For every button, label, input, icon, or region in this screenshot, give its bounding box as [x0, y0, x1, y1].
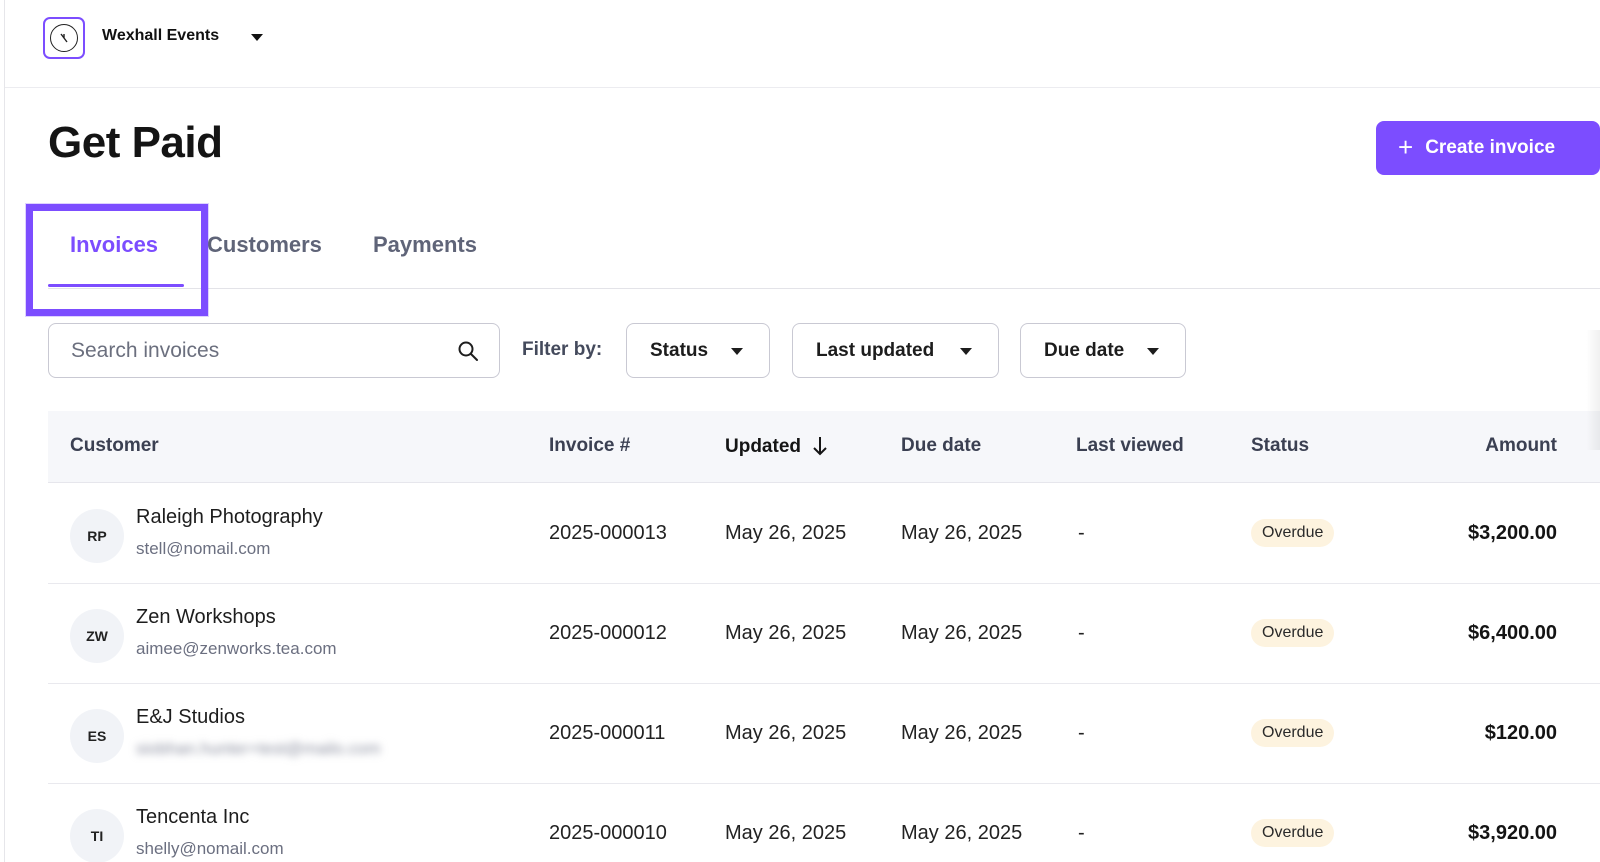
invoice-number: 2025-000010 — [549, 822, 667, 844]
top-bar: Wexhall Events — [5, 0, 1600, 88]
column-header-updated-label: Updated — [725, 436, 801, 457]
invoice-number: 2025-000012 — [549, 622, 667, 644]
amount: $3,200.00 — [1468, 522, 1557, 544]
updated-date: May 26, 2025 — [725, 622, 847, 644]
amount: $6,400.00 — [1468, 622, 1557, 644]
sort-descending-icon[interactable] — [811, 435, 829, 457]
invoice-number: 2025-000013 — [549, 522, 667, 544]
customer-email: stell@nomail.com — [136, 539, 271, 558]
customer-name: Zen Workshops — [136, 606, 276, 628]
customer-name: Tencenta Inc — [136, 806, 250, 828]
avatar: ZW — [70, 609, 124, 663]
last-viewed: - — [1078, 622, 1085, 644]
status-badge: Overdue — [1251, 619, 1335, 647]
due-date-filter-label: Due date — [1044, 339, 1125, 361]
last-viewed: - — [1078, 722, 1085, 744]
customer-name: Raleigh Photography — [136, 506, 323, 528]
chevron-down-icon — [960, 348, 972, 355]
create-invoice-button[interactable]: + Create invoice — [1376, 121, 1600, 175]
status-badge: Overdue — [1251, 519, 1335, 547]
search-icon[interactable] — [457, 340, 479, 362]
tab-customers[interactable]: Customers — [207, 232, 322, 258]
amount: $3,920.00 — [1468, 822, 1557, 844]
column-header-due-date[interactable]: Due date — [901, 435, 981, 457]
tabs-divider — [48, 288, 1600, 289]
last-updated-filter-dropdown[interactable]: Last updated — [792, 323, 999, 378]
column-header-amount[interactable]: Amount — [1485, 435, 1557, 457]
customer-name: E&J Studios — [136, 706, 245, 728]
avatar: TI — [70, 809, 124, 862]
chevron-down-icon — [1147, 348, 1159, 355]
amount: $120.00 — [1484, 722, 1557, 744]
status-badge: Overdue — [1251, 719, 1335, 747]
table-row[interactable]: ES E&J Studios siobhan.hunter+test@mailo… — [48, 684, 1600, 784]
search-box[interactable] — [48, 323, 500, 378]
table-row[interactable]: RP Raleigh Photography stell@nomail.com … — [48, 484, 1600, 584]
page-left-border — [4, 0, 5, 862]
due-date-filter-dropdown[interactable]: Due date — [1020, 323, 1186, 378]
brand-logo-icon[interactable] — [43, 17, 85, 59]
column-header-invoice[interactable]: Invoice # — [549, 435, 630, 457]
avatar: RP — [70, 509, 124, 563]
status-filter-dropdown[interactable]: Status — [626, 323, 770, 378]
last-viewed: - — [1078, 822, 1085, 844]
customer-email: aimee@zenworks.tea.com — [136, 639, 337, 658]
last-viewed: - — [1078, 522, 1085, 544]
tab-payments[interactable]: Payments — [373, 232, 477, 258]
column-header-status[interactable]: Status — [1251, 435, 1309, 457]
updated-date: May 26, 2025 — [725, 822, 847, 844]
avatar: ES — [70, 709, 124, 763]
updated-date: May 26, 2025 — [725, 522, 847, 544]
customer-email: shelly@nomail.com — [136, 839, 284, 858]
customer-email-redacted: siobhan.hunter+test@mailo.com — [136, 739, 381, 758]
search-input[interactable] — [71, 337, 431, 365]
scroll-shadow — [1586, 330, 1600, 450]
page-title: Get Paid — [48, 118, 223, 167]
last-updated-filter-label: Last updated — [816, 339, 935, 361]
table-header: Customer Invoice # Updated Due date Last… — [48, 411, 1600, 483]
status-filter-label: Status — [650, 339, 709, 361]
create-invoice-label: Create invoice — [1425, 137, 1556, 158]
due-date: May 26, 2025 — [901, 622, 1023, 644]
table-row[interactable]: ZW Zen Workshops aimee@zenworks.tea.com … — [48, 584, 1600, 684]
column-header-customer[interactable]: Customer — [70, 435, 159, 457]
plus-icon: + — [1398, 131, 1414, 162]
column-header-updated[interactable]: Updated — [725, 435, 829, 458]
due-date: May 26, 2025 — [901, 522, 1023, 544]
tab-highlight-annotation — [26, 204, 208, 316]
filter-by-label: Filter by: — [522, 339, 603, 360]
column-header-last-viewed[interactable]: Last viewed — [1076, 435, 1184, 457]
chevron-down-icon — [731, 348, 743, 355]
due-date: May 26, 2025 — [901, 722, 1023, 744]
org-switcher-caret-icon[interactable] — [251, 34, 263, 41]
updated-date: May 26, 2025 — [725, 722, 847, 744]
status-badge: Overdue — [1251, 819, 1335, 847]
org-name[interactable]: Wexhall Events — [102, 27, 219, 45]
due-date: May 26, 2025 — [901, 822, 1023, 844]
table-row[interactable]: TI Tencenta Inc shelly@nomail.com 2025-0… — [48, 784, 1600, 862]
invoice-number: 2025-000011 — [549, 722, 666, 744]
